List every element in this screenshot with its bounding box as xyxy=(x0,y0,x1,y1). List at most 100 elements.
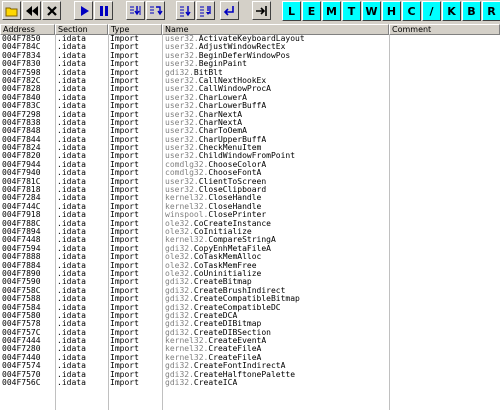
table-row[interactable]: 004F7840 .idata Import user32.CharLowerA xyxy=(0,94,500,102)
table-row[interactable]: 004F7940 .idata Import comdlg32.ChooseFontA xyxy=(0,169,500,177)
address-cell: 004F758C xyxy=(2,286,41,295)
table-row[interactable]: 004F758C .idata Import gdi32.CreateBrushInd… xyxy=(0,287,500,295)
table-row[interactable]: 004F7834 .idata Import user32.BeginDeferWin… xyxy=(0,52,500,60)
comment-cell xyxy=(392,111,498,119)
table-row[interactable]: 004F781C .idata Import user32.ClientToScree… xyxy=(0,178,500,186)
address-cell: 004F7838 xyxy=(2,118,41,127)
dll-name: gdi32. xyxy=(165,379,194,388)
table-row[interactable]: 004F788C .idata Import ole32.CoCreateInstan… xyxy=(0,220,500,228)
open-file-button[interactable] xyxy=(2,1,21,20)
table-row[interactable]: 004F7830 .idata Import user32.BeginPaint xyxy=(0,60,500,68)
name-cell: gdi32.CreateDIBSection xyxy=(165,329,387,337)
section-cell: .idata xyxy=(57,93,86,102)
dll-name: kernel32. xyxy=(165,194,209,203)
type-cell: Import xyxy=(110,102,139,111)
table-row[interactable]: 004F7918 .idata Import winspool.ClosePrinte… xyxy=(0,211,500,219)
name-cell: user32.ActivateKeyboardLayout xyxy=(165,35,387,43)
table-row[interactable]: 004F7444 .idata Import kernel32.CreateEvent… xyxy=(0,337,500,345)
function-name: CreateFontIndirectA xyxy=(193,362,286,371)
table-row[interactable]: 004F7284 .idata Import kernel32.CloseHandle xyxy=(0,194,500,202)
table-row[interactable]: 004F7594 .idata Import gdi32.CopyEnhMetaFil… xyxy=(0,245,500,253)
window-button-e[interactable]: E xyxy=(302,1,321,21)
table-row[interactable]: 004F744C .idata Import kernel32.CloseHandle xyxy=(0,203,500,211)
table-row[interactable]: 004F7884 .idata Import ole32.CoTaskMemFree xyxy=(0,262,500,270)
step-over-button[interactable] xyxy=(146,1,165,20)
table-row[interactable]: 004F7848 .idata Import user32.CharToOemA xyxy=(0,127,500,135)
name-cell: user32.CallNextHookEx xyxy=(165,77,387,85)
window-button-r[interactable]: R xyxy=(482,1,500,21)
window-button-l[interactable]: L xyxy=(282,1,301,21)
window-button-slash[interactable]: / xyxy=(422,1,441,21)
type-cell: Import xyxy=(110,76,139,85)
table-row[interactable]: 004F7844 .idata Import user32.CharUpperBuff… xyxy=(0,136,500,144)
name-cell: ole32.CoInitialize xyxy=(165,228,387,236)
execute-till-return-button[interactable] xyxy=(220,1,239,20)
table-row[interactable]: 004F7280 .idata Import kernel32.CreateFileA xyxy=(0,345,500,353)
table-row[interactable]: 004F784C .idata Import user32.AdjustWindowR… xyxy=(0,43,500,51)
table-row[interactable]: 004F7448 .idata Import kernel32.CompareStri… xyxy=(0,236,500,244)
name-cell: user32.BeginPaint xyxy=(165,60,387,68)
table-row[interactable]: 004F783C .idata Import user32.CharLowerBuff… xyxy=(0,102,500,110)
address-cell: 004F7940 xyxy=(2,169,41,178)
window-button-m[interactable]: M xyxy=(322,1,341,21)
table-row[interactable]: 004F7440 .idata Import kernel32.CreateFileA xyxy=(0,354,500,362)
function-name: CheckMenuItem xyxy=(198,144,262,153)
comment-cell xyxy=(392,194,498,202)
table-row[interactable]: 004F7838 .idata Import user32.CharNextA xyxy=(0,119,500,127)
table-row[interactable]: 004F7598 .idata Import gdi32.BitBlt xyxy=(0,69,500,77)
window-button-c[interactable]: C xyxy=(402,1,421,21)
column-header-type[interactable]: Type xyxy=(108,24,162,35)
table-row[interactable]: 004F7818 .idata Import user32.CloseClipboar… xyxy=(0,186,500,194)
restart-button[interactable] xyxy=(22,1,41,20)
dll-name: winspool. xyxy=(165,211,209,220)
column-header-section[interactable]: Section xyxy=(55,24,108,35)
window-button-w[interactable]: W xyxy=(362,1,381,21)
section-cell: .idata xyxy=(57,102,86,111)
column-header-comment[interactable]: Comment xyxy=(389,24,500,35)
window-button-h[interactable]: H xyxy=(382,1,401,21)
table-row[interactable]: 004F757C .idata Import gdi32.CreateDIBSecti… xyxy=(0,329,500,337)
table-row[interactable]: 004F7584 .idata Import gdi32.CreateCompatib… xyxy=(0,304,500,312)
trace-into-button[interactable] xyxy=(176,1,195,20)
table-row[interactable]: 004F7890 .idata Import ole32.CoUninitialize xyxy=(0,270,500,278)
table-row[interactable]: 004F7580 .idata Import gdi32.CreateDCA xyxy=(0,312,500,320)
table-row[interactable]: 004F7888 .idata Import ole32.CoTaskMemAlloc xyxy=(0,253,500,261)
table-row[interactable]: 004F7590 .idata Import gdi32.CreateBitmap xyxy=(0,278,500,286)
table-row[interactable]: 004F7570 .idata Import gdi32.CreateHalftone… xyxy=(0,371,500,379)
column-header-address[interactable]: Address xyxy=(0,24,55,35)
type-cell: Import xyxy=(110,253,139,262)
table-row[interactable]: 004F7820 .idata Import user32.ChildWindowFr… xyxy=(0,152,500,160)
function-name: CharNextA xyxy=(198,118,243,127)
run-button[interactable] xyxy=(74,1,93,20)
table-row[interactable]: 004F7850 .idata Import user32.ActivateKeybo… xyxy=(0,35,500,43)
table-row[interactable]: 004F7828 .idata Import user32.CallWindowPro… xyxy=(0,85,500,93)
dll-name: user32. xyxy=(165,93,199,102)
section-cell: .idata xyxy=(57,51,86,60)
column-header-name[interactable]: Name xyxy=(162,24,389,35)
window-button-b[interactable]: B xyxy=(462,1,481,21)
table-row[interactable]: 004F7824 .idata Import user32.CheckMenuItem xyxy=(0,144,500,152)
table-row[interactable]: 004F7944 .idata Import comdlg32.ChooseColor… xyxy=(0,161,500,169)
step-into-button[interactable] xyxy=(126,1,145,20)
names-table[interactable]: 004F7850 .idata Import user32.ActivateKeybo… xyxy=(0,35,500,410)
pause-button[interactable] xyxy=(94,1,113,20)
go-to-button[interactable] xyxy=(252,1,271,20)
dll-name: ole32. xyxy=(165,261,194,270)
close-button[interactable] xyxy=(42,1,61,20)
table-row[interactable]: 004F7298 .idata Import user32.CharNextA xyxy=(0,111,500,119)
table-row[interactable]: 004F782C .idata Import user32.CallNextHookE… xyxy=(0,77,500,85)
table-row[interactable]: 004F7588 .idata Import gdi32.CreateCompatib… xyxy=(0,295,500,303)
section-cell: .idata xyxy=(57,286,86,295)
table-row[interactable]: 004F7578 .idata Import gdi32.CreateDIBitmap xyxy=(0,320,500,328)
comment-cell xyxy=(392,312,498,320)
name-cell: user32.CloseClipboard xyxy=(165,186,387,194)
window-button-k[interactable]: K xyxy=(442,1,461,21)
address-cell: 004F7844 xyxy=(2,135,41,144)
name-cell: gdi32.CreateDCA xyxy=(165,312,387,320)
trace-over-button[interactable] xyxy=(196,1,215,20)
table-row[interactable]: 004F7894 .idata Import ole32.CoInitialize xyxy=(0,228,500,236)
name-cell: kernel32.CreateEventA xyxy=(165,337,387,345)
window-button-t[interactable]: T xyxy=(342,1,361,21)
table-row[interactable]: 004F7574 .idata Import gdi32.CreateFontIndi… xyxy=(0,362,500,370)
table-row[interactable]: 004F756C .idata Import gdi32.CreateICA xyxy=(0,379,500,387)
